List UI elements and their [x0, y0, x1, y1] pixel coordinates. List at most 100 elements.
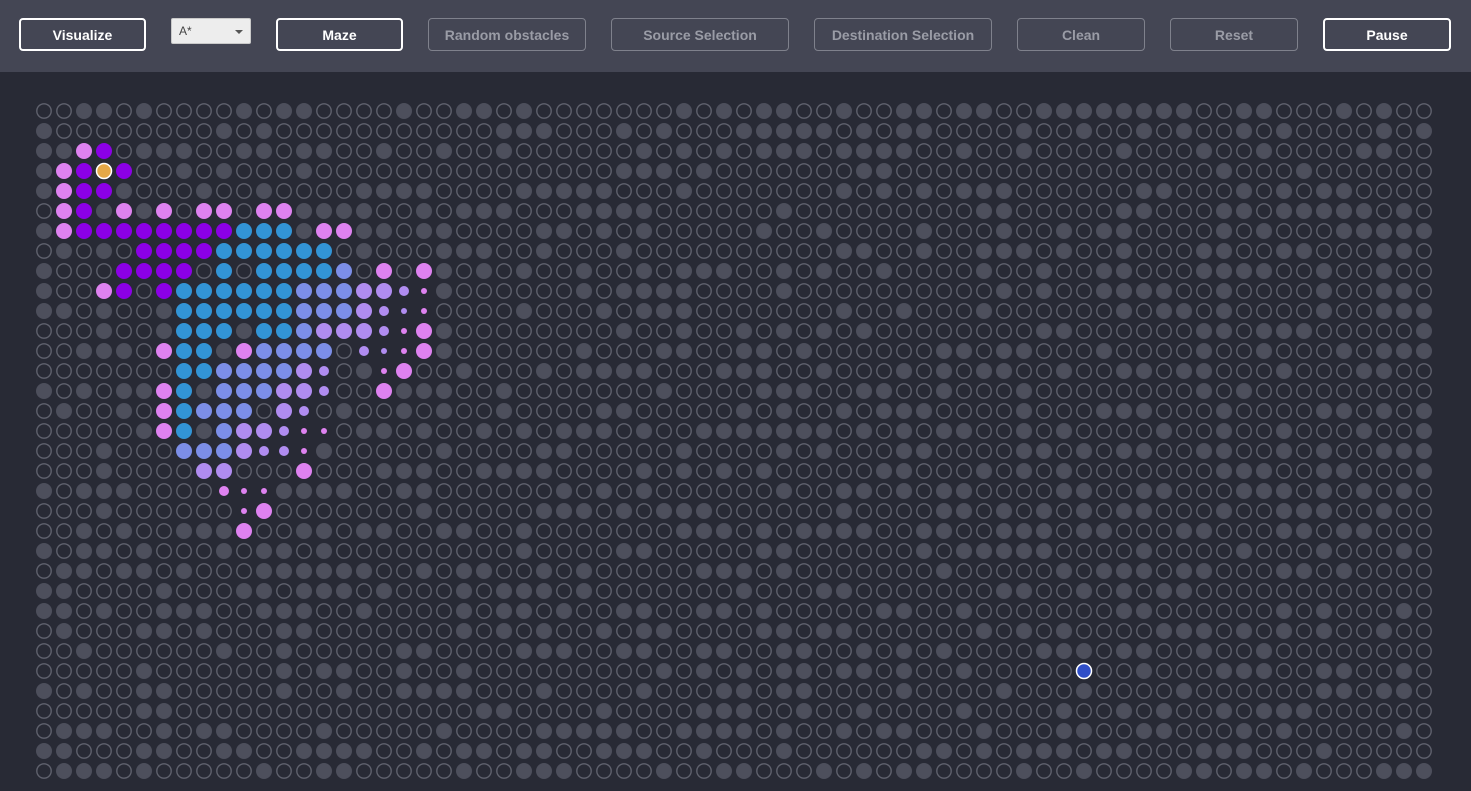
wall-node[interactable]: [636, 543, 652, 559]
wall-node[interactable]: [636, 603, 652, 619]
empty-node[interactable]: [1316, 163, 1332, 179]
wall-node[interactable]: [536, 223, 552, 239]
wall-node[interactable]: [1256, 323, 1272, 339]
empty-node[interactable]: [856, 303, 872, 319]
wall-node[interactable]: [316, 143, 332, 159]
empty-node[interactable]: [1416, 543, 1432, 559]
empty-node[interactable]: [1336, 123, 1352, 139]
empty-node[interactable]: [256, 163, 272, 179]
wall-node[interactable]: [1236, 623, 1252, 639]
empty-node[interactable]: [1076, 363, 1092, 379]
wall-node[interactable]: [1136, 663, 1152, 679]
wall-node[interactable]: [1176, 563, 1192, 579]
wall-node[interactable]: [696, 163, 712, 179]
empty-node[interactable]: [876, 583, 892, 599]
empty-node[interactable]: [1396, 423, 1412, 439]
empty-node[interactable]: [656, 443, 672, 459]
empty-node[interactable]: [576, 763, 592, 779]
frontier-node[interactable]: [279, 426, 289, 436]
wall-node[interactable]: [456, 663, 472, 679]
wall-node[interactable]: [1076, 503, 1092, 519]
wall-node[interactable]: [1156, 183, 1172, 199]
empty-node[interactable]: [176, 123, 192, 139]
visited-node[interactable]: [219, 486, 229, 496]
wall-node[interactable]: [536, 683, 552, 699]
empty-node[interactable]: [1396, 123, 1412, 139]
empty-node[interactable]: [1036, 423, 1052, 439]
wall-node[interactable]: [976, 543, 992, 559]
empty-node[interactable]: [1096, 383, 1112, 399]
empty-node[interactable]: [836, 323, 852, 339]
wall-node[interactable]: [276, 103, 292, 119]
wall-node[interactable]: [156, 723, 172, 739]
empty-node[interactable]: [756, 743, 772, 759]
empty-node[interactable]: [1356, 263, 1372, 279]
wall-node[interactable]: [716, 143, 732, 159]
wall-node[interactable]: [436, 343, 452, 359]
empty-node[interactable]: [436, 703, 452, 719]
empty-node[interactable]: [1416, 583, 1432, 599]
wall-node[interactable]: [1116, 603, 1132, 619]
wall-node[interactable]: [776, 723, 792, 739]
empty-node[interactable]: [736, 103, 752, 119]
wall-node[interactable]: [636, 303, 652, 319]
empty-node[interactable]: [776, 303, 792, 319]
empty-node[interactable]: [1136, 323, 1152, 339]
empty-node[interactable]: [1336, 303, 1352, 319]
empty-node[interactable]: [816, 343, 832, 359]
empty-node[interactable]: [876, 743, 892, 759]
empty-node[interactable]: [1296, 143, 1312, 159]
wall-node[interactable]: [856, 523, 872, 539]
empty-node[interactable]: [296, 763, 312, 779]
maze-button[interactable]: Maze: [276, 18, 403, 51]
visited-node[interactable]: [276, 203, 292, 219]
empty-node[interactable]: [296, 723, 312, 739]
empty-node[interactable]: [956, 763, 972, 779]
wall-node[interactable]: [296, 163, 312, 179]
wall-node[interactable]: [536, 743, 552, 759]
frontier-node[interactable]: [236, 423, 252, 439]
empty-node[interactable]: [116, 463, 132, 479]
wall-node[interactable]: [296, 103, 312, 119]
empty-node[interactable]: [576, 603, 592, 619]
wall-node[interactable]: [1296, 703, 1312, 719]
empty-node[interactable]: [856, 343, 872, 359]
wall-node[interactable]: [1316, 183, 1332, 199]
empty-node[interactable]: [916, 503, 932, 519]
empty-node[interactable]: [336, 623, 352, 639]
empty-node[interactable]: [1156, 543, 1172, 559]
empty-node[interactable]: [1016, 603, 1032, 619]
empty-node[interactable]: [476, 323, 492, 339]
empty-node[interactable]: [836, 423, 852, 439]
empty-node[interactable]: [576, 703, 592, 719]
wall-node[interactable]: [1176, 123, 1192, 139]
wall-node[interactable]: [136, 423, 152, 439]
wall-node[interactable]: [956, 143, 972, 159]
empty-node[interactable]: [1376, 743, 1392, 759]
empty-node[interactable]: [616, 763, 632, 779]
wall-node[interactable]: [916, 243, 932, 259]
wall-node[interactable]: [596, 423, 612, 439]
wall-node[interactable]: [436, 683, 452, 699]
wall-node[interactable]: [1076, 523, 1092, 539]
empty-node[interactable]: [996, 643, 1012, 659]
empty-node[interactable]: [616, 443, 632, 459]
empty-node[interactable]: [1056, 343, 1072, 359]
empty-node[interactable]: [556, 583, 572, 599]
empty-node[interactable]: [456, 543, 472, 559]
empty-node[interactable]: [596, 443, 612, 459]
empty-node[interactable]: [196, 743, 212, 759]
empty-node[interactable]: [1276, 543, 1292, 559]
empty-node[interactable]: [396, 223, 412, 239]
wall-node[interactable]: [1196, 143, 1212, 159]
empty-node[interactable]: [516, 243, 532, 259]
empty-node[interactable]: [776, 583, 792, 599]
empty-node[interactable]: [1056, 523, 1072, 539]
empty-node[interactable]: [556, 363, 572, 379]
empty-node[interactable]: [816, 643, 832, 659]
empty-node[interactable]: [1416, 183, 1432, 199]
empty-node[interactable]: [436, 103, 452, 119]
wall-node[interactable]: [836, 143, 852, 159]
empty-node[interactable]: [1336, 643, 1352, 659]
empty-node[interactable]: [696, 383, 712, 399]
